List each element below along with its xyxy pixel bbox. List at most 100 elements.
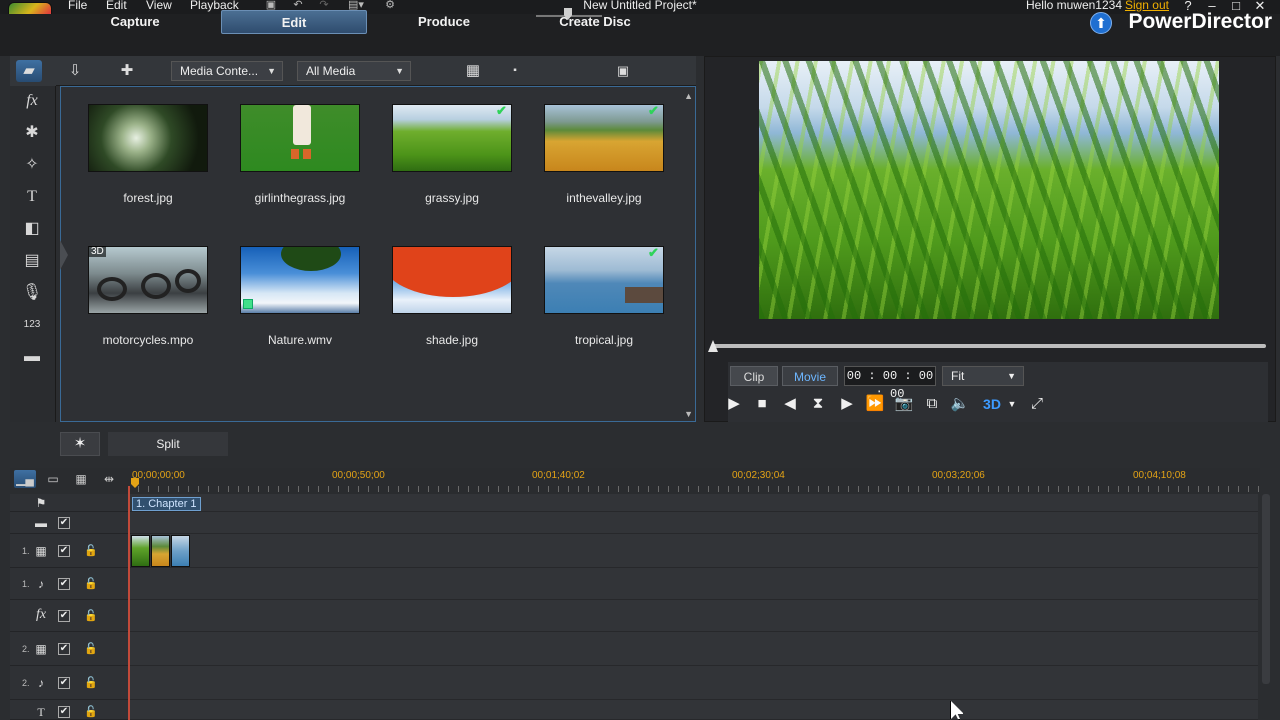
maximize-preview-icon[interactable]: ⤢ bbox=[1026, 394, 1048, 414]
all-media-dropdown[interactable]: All Media ▼ bbox=[297, 61, 411, 81]
media-item[interactable]: ✔ grassy.jpg bbox=[392, 104, 512, 205]
media-item[interactable]: girlinthegrass.jpg bbox=[240, 104, 360, 205]
track-lock-icon[interactable]: 🔓 bbox=[84, 545, 98, 557]
track-enable-checkbox[interactable]: ✔ bbox=[58, 643, 70, 655]
timeline-clip[interactable] bbox=[171, 535, 190, 567]
chapter-room-icon[interactable]: 123 bbox=[18, 314, 46, 336]
timeline-ruler[interactable]: 00;00;00;00 00;00;50;00 00;01;40;02 00;0… bbox=[128, 468, 1260, 494]
chevron-down-icon[interactable]: ▼ bbox=[1001, 394, 1023, 414]
tab-edit[interactable]: Edit bbox=[221, 10, 367, 34]
3d-badge: 3D bbox=[89, 246, 106, 257]
effect-room-icon[interactable]: fx bbox=[18, 90, 46, 112]
play-icon[interactable]: ▶ bbox=[723, 394, 745, 414]
magic-tools-icon[interactable]: ✶ bbox=[60, 432, 100, 456]
pip-objects-icon[interactable]: ✱ bbox=[18, 122, 46, 144]
media-content-label: Media Conte... bbox=[180, 64, 259, 78]
media-filename: forest.jpg bbox=[123, 191, 173, 205]
timeline-clip[interactable] bbox=[151, 535, 170, 567]
media-item[interactable]: ✔ tropical.jpg bbox=[544, 246, 664, 347]
video-track-2[interactable] bbox=[128, 632, 1258, 666]
settings-gear-icon[interactable]: ⚙ bbox=[384, 0, 396, 11]
fit-timeline-icon[interactable]: ⇹ bbox=[98, 470, 120, 488]
track-enable-checkbox[interactable]: ✔ bbox=[58, 578, 70, 590]
ruler-label: 00;02;30;04 bbox=[732, 470, 785, 481]
track-lock-icon[interactable]: 🔓 bbox=[84, 706, 98, 718]
media-content-dropdown[interactable]: Media Conte... ▼ bbox=[171, 61, 283, 81]
track-number: 1. bbox=[22, 546, 30, 556]
track-enable-checkbox[interactable]: ✔ bbox=[58, 610, 70, 622]
tab-capture[interactable]: Capture bbox=[90, 10, 180, 34]
tab-produce[interactable]: Produce bbox=[400, 10, 488, 34]
media-room-tab-icon[interactable]: ▰ bbox=[16, 60, 42, 82]
track-enable-checkbox[interactable]: ✔ bbox=[58, 517, 70, 529]
audio-track-2[interactable] bbox=[128, 666, 1258, 700]
media-filename: Nature.wmv bbox=[267, 333, 332, 347]
audio-mixing-icon[interactable]: ▤ bbox=[18, 250, 46, 272]
transition-room-icon[interactable]: ◧ bbox=[18, 218, 46, 240]
upgrade-icon[interactable]: ⬆ bbox=[1090, 12, 1112, 34]
previous-frame-icon[interactable]: ◀ bbox=[779, 394, 801, 414]
large-thumb-icon[interactable]: ▣ bbox=[610, 60, 636, 82]
track-lock-icon[interactable]: 🔓 bbox=[84, 610, 98, 622]
video-track-icon: ▦ bbox=[35, 642, 47, 656]
chapter-marker[interactable]: 1. Chapter 1 bbox=[132, 497, 201, 511]
track-number: 2. bbox=[22, 644, 30, 654]
subtitle-room-icon[interactable]: ▬ bbox=[18, 346, 46, 368]
snapshot-marker-icon[interactable]: ⧗ bbox=[807, 394, 829, 414]
timeline-track[interactable] bbox=[128, 512, 1258, 534]
media-item[interactable]: ✔ inthevalley.jpg bbox=[544, 103, 664, 205]
title-track[interactable] bbox=[128, 700, 1258, 720]
zoom-fit-dropdown[interactable]: Fit ▼ bbox=[942, 366, 1024, 386]
video-track-1[interactable] bbox=[128, 534, 1258, 568]
small-thumb-icon[interactable]: ▪ bbox=[502, 60, 528, 82]
media-item[interactable]: Nature.wmv bbox=[240, 246, 360, 347]
chapter-track[interactable] bbox=[128, 494, 1258, 512]
audio-track-1[interactable] bbox=[128, 568, 1258, 600]
voice-over-icon[interactable]: 🎙 bbox=[18, 282, 46, 304]
media-thumbnail bbox=[392, 104, 512, 172]
media-filename: inthevalley.jpg bbox=[566, 191, 642, 205]
clip-mode-button[interactable]: Clip bbox=[730, 366, 778, 386]
tab-create-disc[interactable]: Create Disc bbox=[540, 10, 650, 34]
track-enable-checkbox[interactable]: ✔ bbox=[58, 706, 70, 718]
storyboard-view-icon[interactable]: ▭ bbox=[42, 470, 64, 488]
media-item[interactable]: shade.jpg bbox=[392, 246, 512, 347]
track-lock-icon[interactable]: 🔓 bbox=[84, 578, 98, 590]
track-lock-icon[interactable]: 🔓 bbox=[84, 643, 98, 655]
timeline-view-icon[interactable]: ▁▄ bbox=[14, 470, 36, 488]
plugins-icon[interactable]: ✚ bbox=[114, 60, 140, 82]
track-enable-checkbox[interactable]: ✔ bbox=[58, 545, 70, 557]
movie-mode-button[interactable]: Movie bbox=[782, 366, 838, 386]
3d-mode-button[interactable]: 3D bbox=[981, 394, 1003, 414]
media-thumbnail bbox=[240, 246, 360, 314]
timeline-clip[interactable] bbox=[131, 535, 150, 567]
timeline-playhead[interactable] bbox=[128, 486, 130, 720]
preview-seek-bar[interactable] bbox=[712, 344, 1266, 348]
undock-preview-icon[interactable]: ⧉ bbox=[921, 394, 943, 414]
stop-icon[interactable]: ■ bbox=[751, 394, 773, 414]
scroll-up-icon[interactable]: ▲ bbox=[684, 91, 693, 101]
chevron-down-icon: ▼ bbox=[395, 66, 404, 76]
media-item[interactable]: forest.jpg bbox=[88, 104, 208, 205]
in-use-check-icon: ✔ bbox=[648, 103, 659, 118]
media-thumbnail bbox=[392, 246, 512, 314]
fx-track[interactable] bbox=[128, 600, 1258, 632]
grid-view-icon[interactable]: ▦ bbox=[460, 60, 486, 82]
timeline-vertical-scrollbar[interactable] bbox=[1262, 494, 1270, 684]
timecode-display[interactable]: 00 : 00 : 00 : 00 bbox=[844, 366, 936, 401]
track-enable-checkbox[interactable]: ✔ bbox=[58, 677, 70, 689]
fast-forward-icon[interactable]: ⏩ bbox=[864, 394, 886, 414]
particle-room-icon[interactable]: ✧ bbox=[18, 154, 46, 176]
split-button[interactable]: Split bbox=[108, 432, 228, 456]
import-media-icon[interactable]: ⇩ bbox=[62, 60, 88, 82]
volume-icon[interactable]: 🔈 bbox=[949, 394, 971, 414]
next-frame-icon[interactable]: ▶ bbox=[836, 394, 858, 414]
camera-snapshot-icon[interactable]: 📷 bbox=[893, 394, 915, 414]
all-media-label: All Media bbox=[306, 64, 356, 78]
track-lock-icon[interactable]: 🔓 bbox=[84, 677, 98, 689]
menu-file[interactable]: File bbox=[68, 0, 87, 12]
track-manager-icon[interactable]: ▦ bbox=[70, 470, 92, 488]
media-item[interactable]: 3D motorcycles.mpo bbox=[88, 246, 208, 347]
title-room-icon[interactable]: T bbox=[18, 186, 46, 208]
scroll-down-icon[interactable]: ▼ bbox=[684, 409, 693, 419]
